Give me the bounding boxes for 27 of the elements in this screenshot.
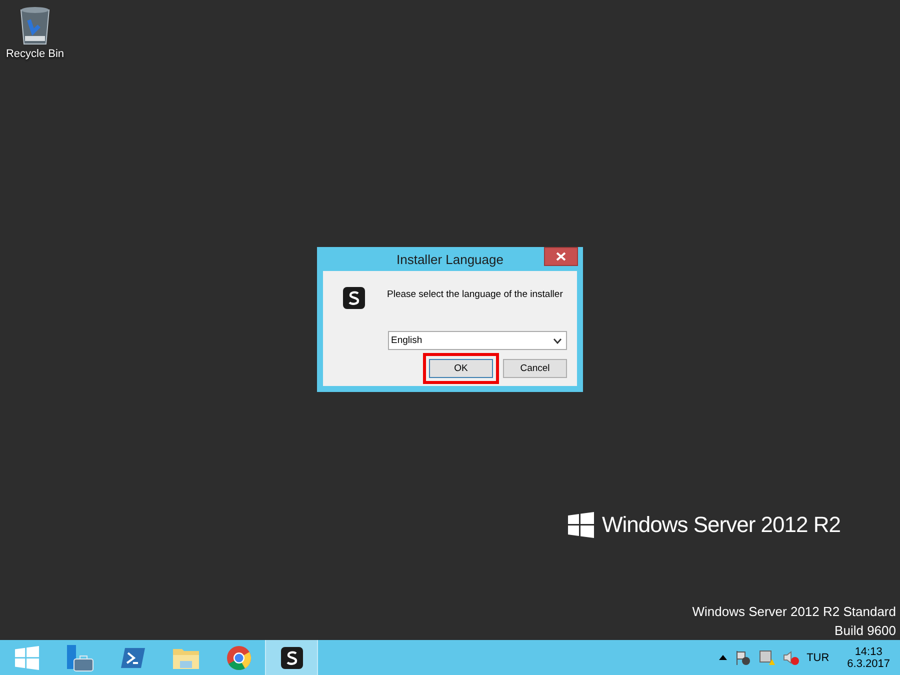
close-icon (556, 252, 566, 261)
window-title: Installer Language (396, 252, 504, 266)
input-language[interactable]: TUR (806, 652, 830, 664)
chrome-icon (226, 644, 252, 670)
clock-date[interactable]: 6.3.2017 (847, 658, 890, 670)
s-logo-icon (278, 644, 304, 670)
terminal-icon (120, 646, 146, 668)
os-branding: Windows Server 2012 R2 (602, 512, 840, 538)
trash-bin-icon[interactable] (19, 6, 51, 46)
server-toolbox-icon (64, 644, 94, 672)
language-dropdown[interactable]: English (388, 331, 567, 350)
cancel-button[interactable]: Cancel (503, 359, 567, 378)
windows-logo-icon (14, 646, 38, 670)
desktop-icon-label: Recycle Bin (6, 48, 64, 60)
windows-logo-icon (568, 512, 594, 538)
build-number: Build 9600 (834, 623, 896, 638)
taskbar-app-button[interactable] (265, 640, 318, 675)
close-button[interactable] (544, 247, 578, 266)
os-edition: Windows Server 2012 R2 Standard (692, 604, 896, 619)
clock-time[interactable]: 14:13 (854, 646, 882, 658)
network-warning-icon[interactable] (758, 650, 775, 666)
chevron-down-icon (553, 338, 562, 344)
s-logo-icon (341, 285, 367, 311)
speaker-muted-icon[interactable] (782, 650, 799, 666)
dialog-message: Please select the language of the installer (387, 289, 563, 300)
caret-up-icon[interactable] (718, 655, 727, 660)
flag-icon[interactable] (734, 650, 751, 666)
